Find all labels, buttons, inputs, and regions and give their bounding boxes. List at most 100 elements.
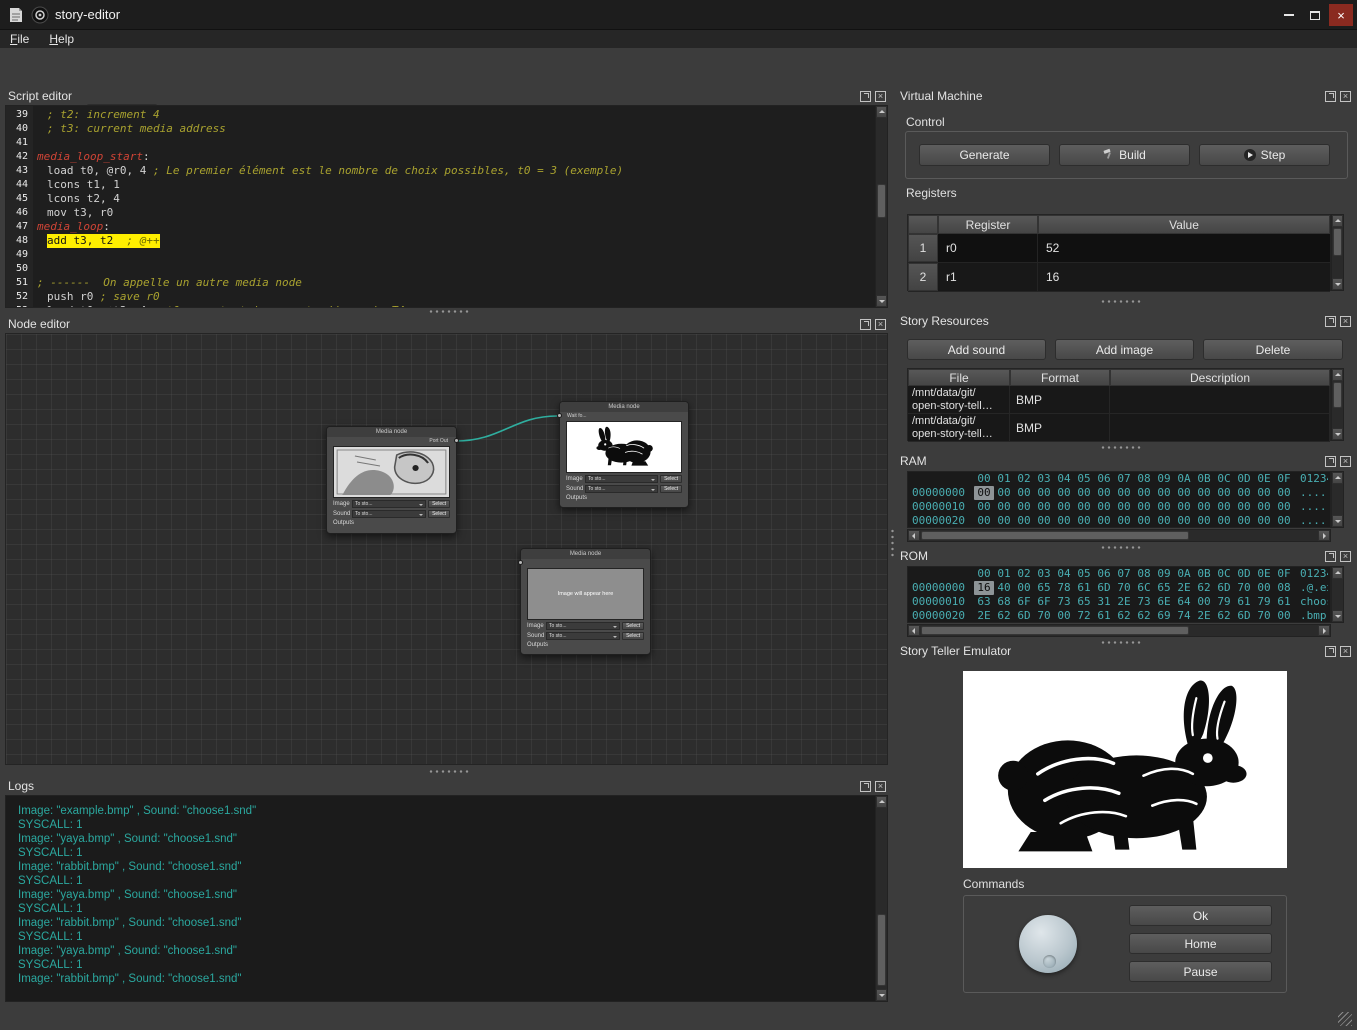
- splitter-handle[interactable]: [1100, 545, 1142, 550]
- image-combo[interactable]: To sto...: [585, 475, 658, 483]
- scroll-down-button[interactable]: [1332, 278, 1343, 290]
- scrollbar-thumb[interactable]: [921, 531, 1189, 540]
- scroll-up-button[interactable]: [1332, 215, 1343, 227]
- scroll-down-button[interactable]: [1332, 428, 1343, 440]
- image-select-button[interactable]: Select: [428, 500, 450, 508]
- ram-hex[interactable]: 000102030405060708090A0B0C0D0E0F01234567…: [907, 471, 1331, 528]
- node-titlebar[interactable]: Media node: [521, 549, 650, 559]
- add-sound-button[interactable]: Add sound: [907, 339, 1046, 360]
- format-column-header[interactable]: Format: [1010, 369, 1110, 386]
- scroll-right-button[interactable]: [1318, 625, 1330, 636]
- input-port[interactable]: [518, 560, 523, 565]
- close-panel-icon[interactable]: ×: [875, 91, 886, 102]
- input-port[interactable]: [557, 413, 562, 418]
- hex-row[interactable]: 000000001640006578616D706C652E626D700008…: [912, 581, 1330, 595]
- float-panel-icon[interactable]: [860, 91, 871, 102]
- splitter-handle[interactable]: [1100, 445, 1142, 450]
- close-panel-icon[interactable]: ×: [1340, 91, 1351, 102]
- close-panel-icon[interactable]: ×: [875, 319, 886, 330]
- scroll-up-button[interactable]: [876, 106, 887, 118]
- script-code-editor[interactable]: 394041424344454647484950515253 ; t2: inc…: [5, 105, 888, 308]
- node-titlebar[interactable]: Media node: [560, 402, 688, 412]
- close-panel-icon[interactable]: ×: [875, 781, 886, 792]
- scroll-up-button[interactable]: [1332, 567, 1343, 579]
- scroll-down-button[interactable]: [1332, 610, 1343, 622]
- row-header[interactable]: 1: [908, 234, 938, 262]
- resource-row[interactable]: /mnt/data/git/open-story-tell…BMP: [908, 414, 1330, 442]
- scroll-left-button[interactable]: [908, 625, 920, 636]
- generate-button[interactable]: Generate: [919, 144, 1050, 166]
- float-panel-icon[interactable]: [1325, 551, 1336, 562]
- add-image-button[interactable]: Add image: [1055, 339, 1194, 360]
- close-panel-icon[interactable]: ×: [1340, 316, 1351, 327]
- scrollbar-thumb[interactable]: [921, 626, 1189, 635]
- file-column-header[interactable]: File: [908, 369, 1010, 386]
- home-button[interactable]: Home: [1129, 933, 1272, 954]
- build-button[interactable]: Build: [1059, 144, 1190, 166]
- float-panel-icon[interactable]: [1325, 316, 1336, 327]
- close-button[interactable]: ×: [1329, 4, 1353, 26]
- media-node-1[interactable]: Media node Port Out Image To sto...: [326, 426, 457, 534]
- rom-hex[interactable]: 000102030405060708090A0B0C0D0E0F01234567…: [907, 566, 1331, 623]
- scrollbar-thumb[interactable]: [877, 184, 886, 218]
- media-node-3[interactable]: Media node Image will appear here Image …: [520, 548, 651, 655]
- float-panel-icon[interactable]: [860, 781, 871, 792]
- step-button[interactable]: Step: [1199, 144, 1330, 166]
- titlebar[interactable]: story-editor ×: [0, 0, 1357, 30]
- knob[interactable]: [1019, 915, 1077, 973]
- float-panel-icon[interactable]: [1325, 646, 1336, 657]
- register-row[interactable]: 1r052: [908, 234, 1330, 263]
- hex-row[interactable]: 000000202E626D70007261626269742E626D7000…: [912, 609, 1330, 623]
- splitter-handle[interactable]: [428, 769, 470, 774]
- minimize-button[interactable]: [1277, 4, 1301, 26]
- scrollbar-thumb[interactable]: [1333, 228, 1342, 256]
- sound-select-button[interactable]: Select: [660, 485, 682, 493]
- scroll-down-button[interactable]: [876, 295, 887, 307]
- node-canvas[interactable]: Media node Port Out Image To sto...: [5, 333, 888, 765]
- float-panel-icon[interactable]: [1325, 456, 1336, 467]
- scroll-left-button[interactable]: [908, 530, 920, 541]
- sound-combo[interactable]: To sto...: [546, 632, 620, 640]
- sound-combo[interactable]: To sto...: [585, 485, 658, 493]
- float-panel-icon[interactable]: [860, 319, 871, 330]
- splitter-handle[interactable]: [428, 309, 470, 314]
- scroll-up-button[interactable]: [1332, 472, 1343, 484]
- image-combo[interactable]: To sto...: [352, 500, 426, 508]
- output-port[interactable]: [454, 438, 459, 443]
- pause-button[interactable]: Pause: [1129, 961, 1272, 982]
- logs-scrollbar[interactable]: [875, 795, 888, 1002]
- selected-byte[interactable]: 16: [974, 581, 994, 595]
- image-select-button[interactable]: Select: [622, 622, 644, 630]
- splitter-handle[interactable]: [1100, 640, 1142, 645]
- rom-hscrollbar[interactable]: [907, 624, 1331, 637]
- registers-scrollbar[interactable]: [1331, 214, 1344, 291]
- register-row[interactable]: 2r116: [908, 263, 1330, 292]
- sound-select-button[interactable]: Select: [428, 510, 450, 518]
- scroll-down-button[interactable]: [1332, 515, 1343, 527]
- menu-item-help[interactable]: Help: [39, 30, 84, 46]
- selected-byte[interactable]: 00: [974, 486, 994, 500]
- rom-vscrollbar[interactable]: [1331, 566, 1344, 623]
- column-splitter-handle[interactable]: [890, 528, 895, 558]
- image-select-button[interactable]: Select: [660, 475, 682, 483]
- sound-combo[interactable]: To sto...: [352, 510, 426, 518]
- sound-select-button[interactable]: Select: [622, 632, 644, 640]
- ram-vscrollbar[interactable]: [1331, 471, 1344, 528]
- scrollbar-thumb[interactable]: [1333, 382, 1342, 408]
- scroll-up-button[interactable]: [1332, 369, 1343, 381]
- delete-button[interactable]: Delete: [1203, 339, 1343, 360]
- maximize-button[interactable]: [1303, 4, 1327, 26]
- hex-row[interactable]: 0000000000000000000000000000000000000000…: [912, 486, 1330, 500]
- media-node-2[interactable]: Media node Wait fo...: [559, 401, 689, 508]
- float-panel-icon[interactable]: [1325, 91, 1336, 102]
- scrollbar-thumb[interactable]: [877, 914, 886, 986]
- menu-item-file[interactable]: File: [0, 30, 39, 46]
- close-panel-icon[interactable]: ×: [1340, 551, 1351, 562]
- image-combo[interactable]: To sto...: [546, 622, 620, 630]
- code-area[interactable]: ; t2: increment 4; t3: current media add…: [33, 106, 887, 307]
- window-size-grip[interactable]: [1338, 1012, 1352, 1026]
- hex-row[interactable]: 0000001000000000000000000000000000000000…: [912, 500, 1330, 514]
- resource-row[interactable]: /mnt/data/git/open-story-tell…BMP: [908, 386, 1330, 414]
- splitter-handle[interactable]: [1100, 299, 1142, 304]
- close-panel-icon[interactable]: ×: [1340, 456, 1351, 467]
